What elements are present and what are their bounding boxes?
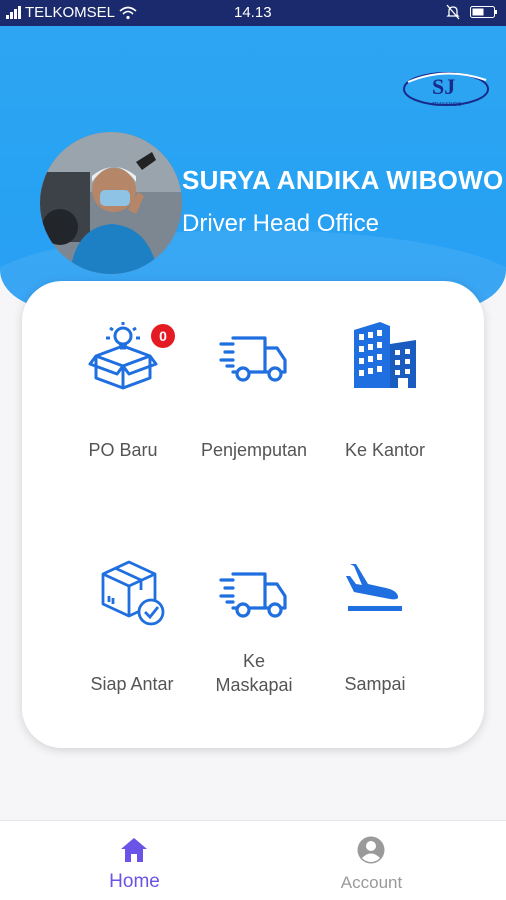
menu-label-po-baru: PO Baru	[88, 440, 158, 460]
svg-text:SJ: SJ	[432, 74, 455, 99]
plane-landing-icon	[346, 564, 402, 611]
delivery-truck-icon	[219, 572, 287, 618]
nav-account-label: Account	[340, 873, 403, 892]
signal-icon	[6, 6, 21, 19]
status-bar: TELKOMSEL 14.13	[0, 0, 506, 26]
menu-ke-maskapai[interactable]: Ke Maskapai	[184, 556, 324, 706]
driver-photo	[40, 132, 182, 274]
menu-sampai[interactable]: Sampai	[305, 556, 445, 706]
driver-role: Driver Head Office	[182, 210, 379, 237]
avatar[interactable]	[40, 132, 182, 274]
driver-name: SURYA ANDIKA WIBOWO	[182, 165, 504, 195]
battery-icon	[470, 6, 497, 18]
menu-label-siap-antar: Siap Antar	[90, 674, 174, 694]
menu-siap-antar[interactable]: Siap Antar	[62, 556, 202, 706]
lightbulb-box-icon	[88, 322, 158, 390]
company-logo: SJ TRANSINDO	[403, 72, 489, 108]
nav-home[interactable]: Home	[8, 821, 261, 900]
status-right	[446, 4, 498, 20]
svg-text:TRANSINDO: TRANSINDO	[432, 102, 462, 108]
account-icon	[357, 836, 385, 864]
po-baru-count-badge: 0	[151, 324, 175, 348]
carrier-label: TELKOMSEL	[25, 4, 116, 21]
menu-label-penjemputan: Penjemputan	[200, 440, 308, 460]
status-left: TELKOMSEL	[6, 4, 137, 21]
nav-account[interactable]: Account	[245, 821, 498, 900]
menu-ke-kantor[interactable]: Ke Kantor	[315, 320, 455, 470]
office-building-icon	[354, 322, 416, 388]
bottom-navigation: Home Account	[0, 820, 506, 900]
clock: 14.13	[234, 4, 272, 21]
wifi-icon	[119, 6, 137, 19]
package-check-icon	[101, 560, 165, 626]
home-icon	[121, 838, 147, 862]
menu-label-sampai: Sampai	[344, 674, 406, 694]
menu-label-ke-kantor: Ke Kantor	[344, 440, 426, 460]
mute-icon	[446, 4, 460, 20]
menu-label-ke-maskapai: Ke Maskapai	[215, 651, 293, 695]
nav-home-label: Home	[109, 871, 160, 892]
delivery-truck-icon	[219, 336, 287, 382]
menu-penjemputan[interactable]: Penjemputan	[184, 320, 324, 470]
